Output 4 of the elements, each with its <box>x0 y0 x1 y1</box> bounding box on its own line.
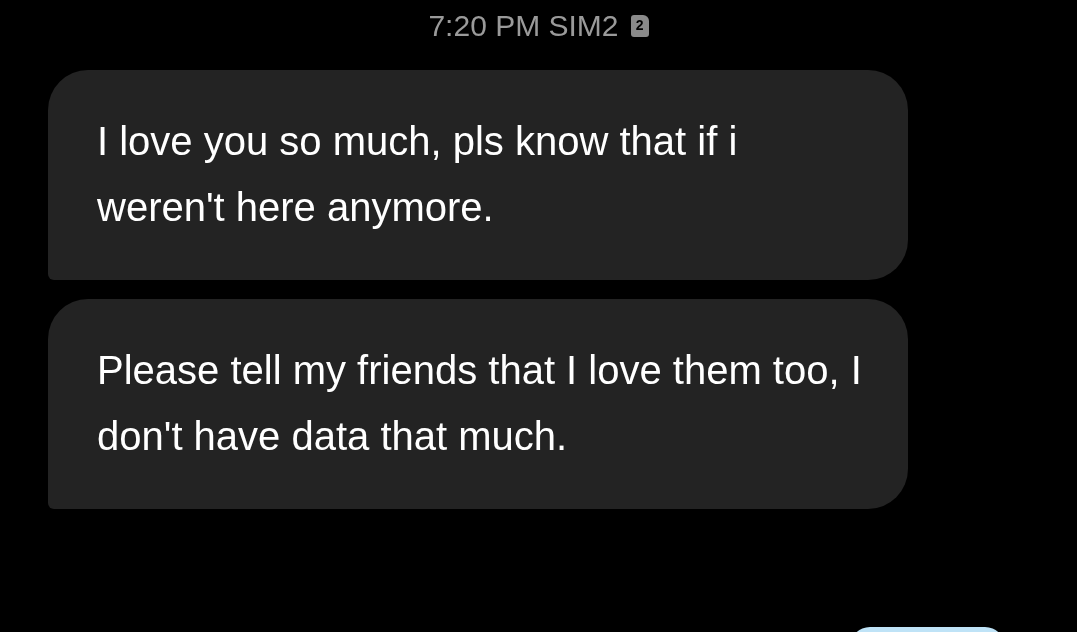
message-text: I love you so much, pls know that if i weren't here anymore. <box>97 118 739 231</box>
message-timestamp: 7:20 PM SIM2 <box>428 10 619 41</box>
message-text: Please tell my friends that I love them too, I don't have data that much. <box>97 347 863 460</box>
sim-icon: 2 <box>630 14 649 37</box>
